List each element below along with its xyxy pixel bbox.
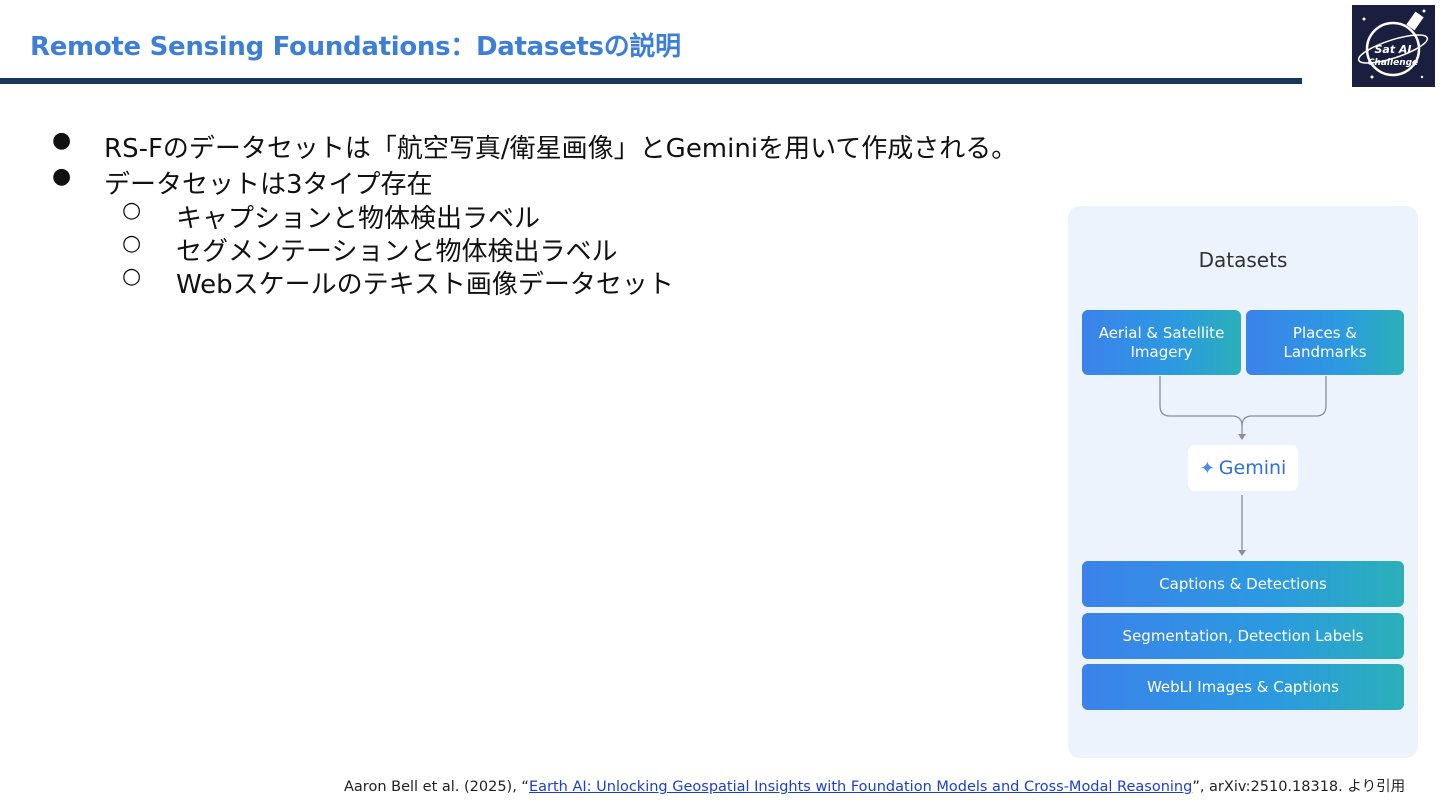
input-box-aerial-satellite: Aerial & Satellite Imagery: [1082, 310, 1241, 375]
bullet-text: RS-Fのデータセットは「航空写真/衛星画像」とGeminiを用いて作成される。: [104, 134, 1018, 164]
diagram-title: Datasets: [1198, 248, 1288, 272]
sub-bullet-text: キャプションと物体検出ラベル: [176, 204, 541, 234]
sub-bullet-text: Webスケールのテキスト画像データセット: [176, 270, 674, 300]
output-box-segmentation-labels: Segmentation, Detection Labels: [1082, 613, 1404, 659]
svg-text:Challenge: Challenge: [1368, 58, 1418, 68]
output-box-label: WebLI Images & Captions: [1146, 677, 1339, 696]
slide-title: Remote Sensing Foundations：Datasetsの説明: [30, 32, 681, 62]
gemini-sparkle-icon: ✦: [1199, 457, 1215, 479]
output-box-label: Captions & Detections: [1159, 574, 1327, 593]
sub-bullet-marker: ○: [122, 231, 142, 256]
bullet-text: データセットは3タイプ存在: [104, 170, 433, 200]
input-box-places-landmarks: Places & Landmarks: [1246, 310, 1404, 375]
output-box-label: Segmentation, Detection Labels: [1122, 626, 1364, 645]
title-divider: [0, 78, 1302, 84]
citation-prefix: Aaron Bell et al. (2025), “: [344, 779, 529, 795]
gemini-label: Gemini: [1218, 457, 1287, 479]
sub-bullet-text: セグメンテーションと物体検出ラベル: [176, 237, 618, 267]
output-box-captions-detections: Captions & Detections: [1082, 561, 1404, 607]
gemini-node: ✦ Gemini: [1188, 445, 1298, 491]
input-box-label: Aerial & Satellite Imagery: [1098, 323, 1225, 361]
output-box-webli-images: WebLI Images & Captions: [1082, 664, 1404, 710]
input-box-label: Places & Landmarks: [1283, 323, 1367, 361]
sub-bullet-marker: ○: [122, 264, 142, 289]
citation-paper-link[interactable]: Earth AI: Unlocking Geospatial Insights …: [529, 779, 1192, 795]
citation: Aaron Bell et al. (2025), “Earth AI: Unl…: [344, 775, 1405, 796]
bullet-marker: ●: [52, 164, 72, 189]
bullet-marker: ●: [52, 128, 72, 153]
svg-text:Sat AI: Sat AI: [1374, 43, 1411, 56]
sub-bullet-marker: ○: [122, 198, 142, 223]
sat-ai-challenge-logo: Sat AI Challenge: [1352, 5, 1435, 87]
datasets-diagram: Datasets Aerial & Satellite Imagery Plac…: [1068, 206, 1418, 758]
citation-suffix: ”, arXiv:2510.18318. より引用: [1192, 779, 1406, 795]
